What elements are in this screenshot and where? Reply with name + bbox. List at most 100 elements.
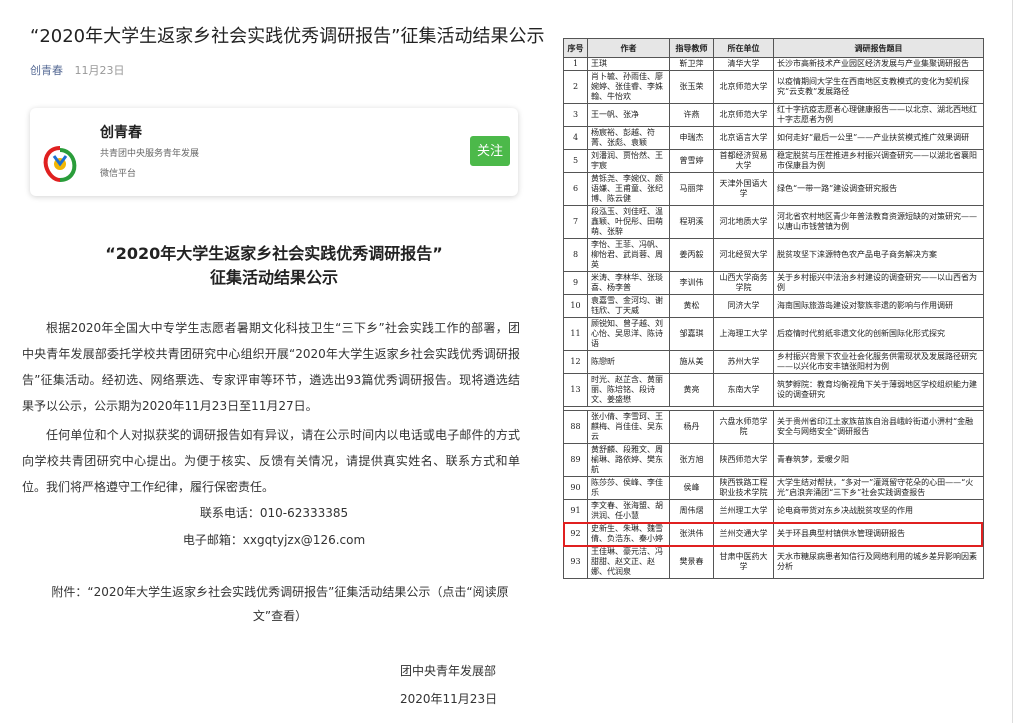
cell-title: 青春筑梦，爱暖夕阳: [773, 443, 984, 477]
account-name: 创青春: [100, 125, 142, 141]
cell-advisor: 张方旭: [669, 443, 714, 477]
cell-index: 6: [563, 172, 588, 206]
cell-index: 88: [563, 410, 588, 444]
cell-index: 3: [563, 103, 588, 127]
cell-author: 黄铄尧、李婉仪、颜语嫌、王甫童、张纪博、陈云健: [587, 172, 670, 206]
table-row: 93 王佳琳、豪元洁、冯甜甜、赵文正、赵娜、代润泉 樊景春 甘肃中医药大学 天水市糖尿病…: [563, 545, 984, 579]
cell-advisor: 邹嘉琪: [669, 317, 714, 351]
cell-unit: 河北经贸大学: [713, 238, 774, 272]
cell-advisor: 杨丹: [669, 410, 714, 444]
table-row: 2 肖卜毓、孙雨佳、廖婉婷、张佳睿、李姝翰、牛怡欢 张玉荣 北京师范大学 以疫情期间大学…: [563, 70, 984, 104]
cell-advisor: 马丽萍: [669, 172, 714, 206]
cell-title: 乡村振兴背景下农业社会化服务供需现状及发展路径研究——以兴化市安丰镇张阳村为例: [773, 350, 984, 374]
table-row: 7 段泓玉、刘佳旺、温鑫颖、叶倪彤、田萌萌、张騂 程玥溪 河北地质大学 河北省农村地区青…: [563, 205, 984, 239]
cell-index: 93: [563, 545, 588, 579]
cell-author: 段泓玉、刘佳旺、温鑫颖、叶倪彤、田萌萌、张騂: [587, 205, 670, 239]
cell-title: 脱贫攻坚下涞源特色农产品电子商务解决方案: [773, 238, 984, 272]
article-date: 11月23日: [74, 64, 125, 77]
scrollbar[interactable]: [1012, 0, 1013, 723]
article-author-link[interactable]: 创青春: [30, 64, 63, 77]
follow-button[interactable]: 关注: [470, 136, 510, 166]
account-card[interactable]: 创青春 共青团中央服务青年发展 微信平台 关注: [30, 108, 518, 196]
table-row: 8 李怡、王菲、冯帆、柳怡君、武尚蓉、周英 姜丙毅 河北经贸大学 脱贫攻坚下涞源特色农产…: [563, 238, 984, 272]
cell-advisor: 程玥溪: [669, 205, 714, 239]
cell-advisor: 黄松: [669, 294, 714, 318]
cell-advisor: 樊景春: [669, 545, 714, 579]
body-heading-line2: 征集活动结果公示: [209, 268, 338, 287]
cell-advisor: 周伟熠: [669, 499, 714, 523]
cell-author: 袁嘉雪、金河均、谢钰欣、丁天威: [587, 294, 670, 318]
table-row: 6 黄铄尧、李婉仪、颜语嫌、王甫童、张纪博、陈云健 马丽萍 天津外国语大学 绿色“一带一…: [563, 172, 984, 206]
cell-title: 关于贵州省印江土家族苗族自治县峨岭街道小淠村“金融安全与网络安全”调研报告: [773, 410, 984, 444]
table-row: 1 王琪 靳卫萍 清华大学 长沙市高新技术产业园区经济发展与产业集聚调研报告: [563, 57, 984, 71]
account-org: 共青团中央服务青年发展: [100, 149, 200, 159]
article-meta: 创青春 11月23日: [30, 62, 125, 78]
cell-advisor: 侯峰: [669, 476, 714, 500]
contact-phone: 联系电话：010-62333385: [199, 506, 349, 520]
cell-author: 陈戀昕: [587, 350, 670, 374]
signature: 团中央青年发展部: [400, 664, 497, 678]
cell-unit: 天津外国语大学: [713, 172, 774, 206]
cell-title: 大学生结对帮扶，“多对一”灌溉留守花朵的心田——“火光”启浪奔涌团“三下乡”社会…: [773, 476, 984, 500]
body-paragraph-1: 根据2020年全国大中专学生志愿者暑期文化科技卫生“三下乡”社会实践工作的部署，…: [22, 321, 520, 413]
table-row: 3 王一帆、张净 许燕 北京师范大学 红十字抗疫志愿者心理健康报告——以北京、湖北西地红…: [563, 103, 984, 127]
cell-unit: 东南大学: [713, 373, 774, 407]
cell-title: 关于环县典型村镇供水管理调研报告: [773, 522, 984, 546]
cell-title: 稳定脱贫与压茬推进乡村振兴调查研究——以湖北省襄阳市保康县为例: [773, 149, 984, 173]
cell-author: 黄舒麟、段雅文、周榆琳、路依婷、樊东航: [587, 443, 670, 477]
cell-unit: 北京语言大学: [713, 126, 774, 150]
cell-unit: 北京师范大学: [713, 103, 774, 127]
table-row: 10 袁嘉雪、金河均、谢钰欣、丁天威 黄松 同济大学 海南国际旅游岛建设对黎族非遗的影响…: [563, 294, 984, 318]
cell-advisor: 施从美: [669, 350, 714, 374]
cell-index: 5: [563, 149, 588, 173]
results-table: 序号 作者 指导教师 所在单位 调研报告题目 1 王琪 靳卫萍 清华大学 长沙市高新技术…: [563, 38, 984, 579]
table-row: 11 顾锐知、曾子越、刘心怡、吴思洋、陈诗语 邹嘉琪 上海理工大学 后疫情时代剪纸非遗文…: [563, 317, 984, 351]
account-logo-icon: [43, 146, 77, 182]
cell-title: 以疫情期间大学生在西南地区支教模式的变化为契机探究“云支教”发展路径: [773, 70, 984, 104]
attachment-link[interactable]: 附件：“2020年大学生返家乡社会实践优秀调研报告”征集活动结果公示（点击“阅读…: [40, 580, 520, 628]
table-row: 5 刘潘润、贾怡然、王宇宸 曾雪婷 首都经济贸易大学 稳定脱贫与压茬推进乡村振兴调查研究…: [563, 149, 984, 173]
table-row: 13 时光、赵芷含、黄丽丽、陈培铭、段诗文、姜盛懋 黄亮 东南大学 筑梦孵院：教育均衡视…: [563, 373, 984, 407]
cell-title: 筑梦孵院：教育均衡视角下关于薄弱地区学校组织能力建设的调查研究: [773, 373, 984, 407]
cell-index: 91: [563, 499, 588, 523]
table-row: 92 史新生、朱琳、魏雪倩、负浩东、秦小婷 张洪伟 兰州交通大学 关于环县典型村镇供水管…: [563, 522, 984, 546]
cell-index: 92: [563, 522, 588, 546]
cell-index: 2: [563, 70, 588, 104]
cell-author: 米涛、李林华、张琰喜、杨李普: [587, 271, 670, 295]
cell-title: 天水市糖尿病患者知信行及网络利用的城乡差异影响因素分析: [773, 545, 984, 579]
cell-author: 史新生、朱琳、魏雪倩、负浩东、秦小婷: [587, 522, 670, 546]
contact-email: 电子邮箱：xxgqtyjzx@126.com: [182, 533, 366, 547]
cell-unit: 苏州大学: [713, 350, 774, 374]
body-paragraph-2: 任何单位和个人对拟获奖的调研报告如有异议，请在公示时间内以电话或电子邮件的方式向…: [22, 428, 520, 494]
cell-title: 绿色“一带一路”建设调查研究报告: [773, 172, 984, 206]
cell-advisor: 张玉荣: [669, 70, 714, 104]
cell-author: 时光、赵芷含、黄丽丽、陈培铭、段诗文、姜盛懋: [587, 373, 670, 407]
cell-author: 王一帆、张净: [587, 103, 670, 127]
cell-author: 陈莎莎、侯峰、李佳乐: [587, 476, 670, 500]
cell-author: 李文春、张海盟、胡洪润、任小慧: [587, 499, 670, 523]
table-row: 88 张小倩、李雪珂、王麒梅、肖佳佳、吴东云 杨丹 六盘水师范学院 关于贵州省印江土家族…: [563, 410, 984, 444]
cell-author: 刘潘润、贾怡然、王宇宸: [587, 149, 670, 173]
cell-advisor: 许燕: [669, 103, 714, 127]
cell-unit: 首都经济贸易大学: [713, 149, 774, 173]
cell-author: 肖卜毓、孙雨佳、廖婉婷、张佳睿、李姝翰、牛怡欢: [587, 70, 670, 104]
cell-advisor: 姜丙毅: [669, 238, 714, 272]
account-type: 微信平台: [100, 169, 137, 179]
col-header-unit: 所在单位: [713, 38, 774, 58]
cell-author: 李怡、王菲、冯帆、柳怡君、武尚蓉、周英: [587, 238, 670, 272]
cell-index: 7: [563, 205, 588, 239]
cell-index: 11: [563, 317, 588, 351]
table-row: 12 陈戀昕 施从美 苏州大学 乡村振兴背景下农业社会化服务供需现状及发展路径研究——以…: [563, 350, 984, 374]
cell-unit: 陕西师范大学: [713, 443, 774, 477]
cell-index: 89: [563, 443, 588, 477]
col-header-index: 序号: [563, 38, 588, 58]
cell-author: 王琪: [587, 57, 670, 71]
cell-advisor: 申瑞杰: [669, 126, 714, 150]
cell-unit: 河北地质大学: [713, 205, 774, 239]
cell-unit: 陕西铁路工程职业技术学院: [713, 476, 774, 500]
cell-unit: 甘肃中医药大学: [713, 545, 774, 579]
table-row: 89 黄舒麟、段雅文、周榆琳、路依婷、樊东航 张方旭 陕西师范大学 青春筑梦，爱暖夕阳: [563, 443, 984, 477]
cell-advisor: 张洪伟: [669, 522, 714, 546]
cell-index: 4: [563, 126, 588, 150]
col-header-advisor: 指导教师: [669, 38, 714, 58]
